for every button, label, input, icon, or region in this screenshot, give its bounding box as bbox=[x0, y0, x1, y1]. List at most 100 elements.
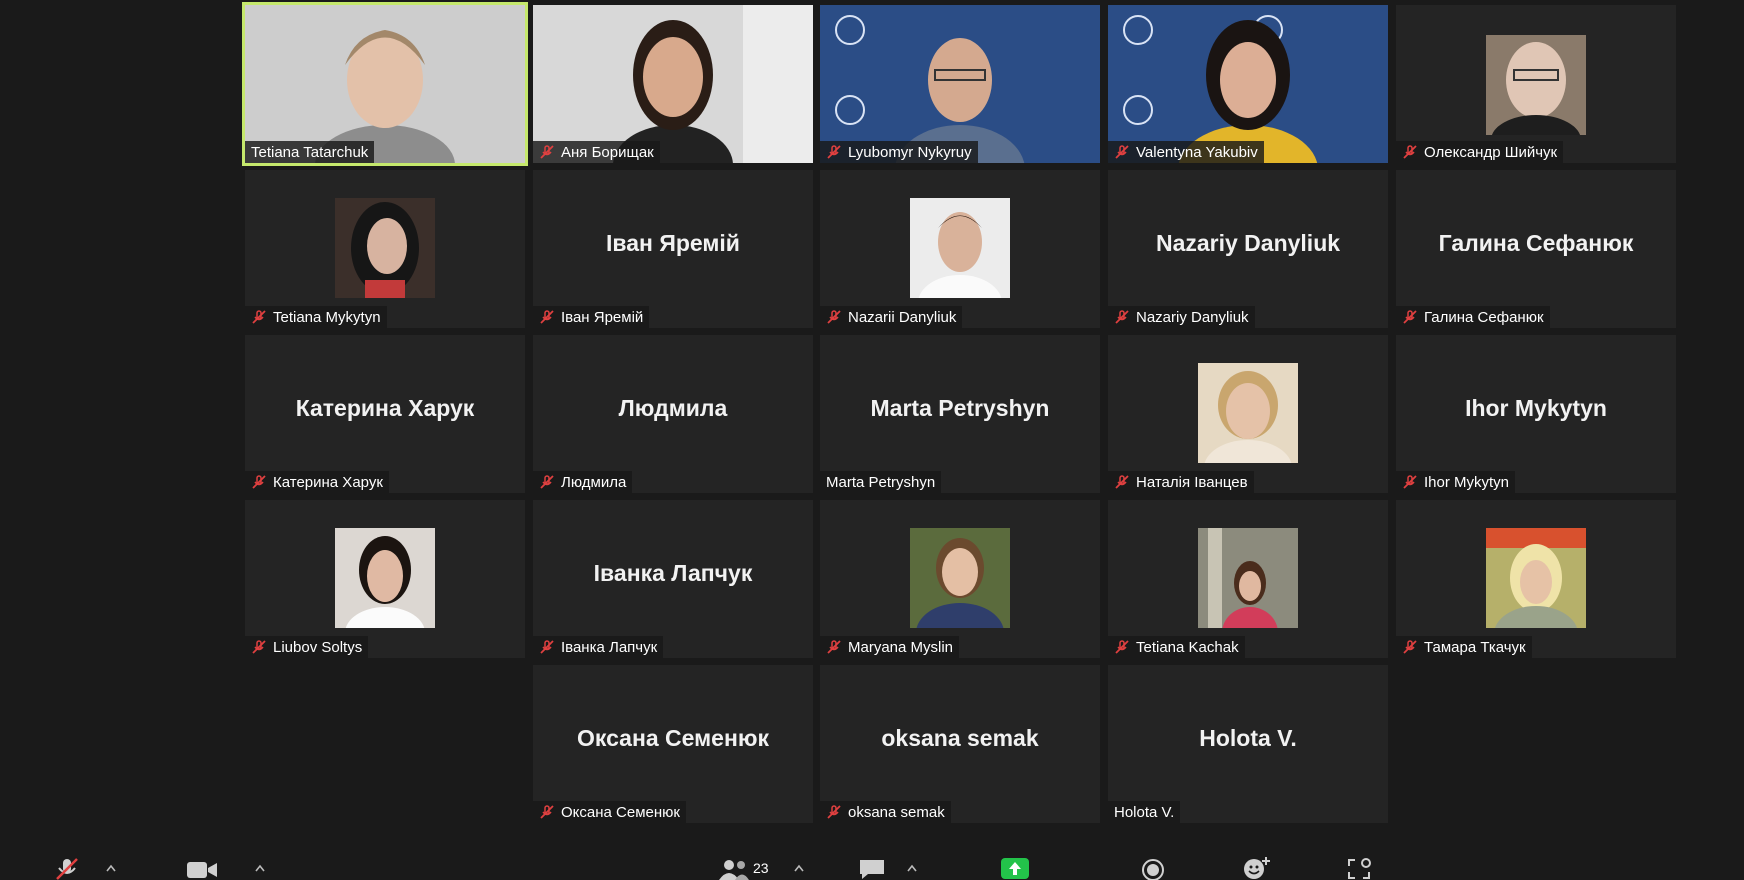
reactions-icon[interactable] bbox=[1243, 856, 1271, 880]
participant-tile[interactable]: Олександр Шийчук bbox=[1396, 5, 1676, 163]
participant-display-name: oksana semak bbox=[881, 725, 1039, 751]
participant-tile[interactable]: Tetiana Mykytyn bbox=[245, 170, 525, 328]
chevron-up-icon[interactable] bbox=[794, 864, 804, 872]
video-feed bbox=[1108, 5, 1388, 163]
participant-tile[interactable]: Nazarii Danyliuk bbox=[820, 170, 1100, 328]
mic-muted-icon bbox=[539, 144, 555, 160]
participant-name-tag: Тамара Ткачук bbox=[1396, 636, 1532, 658]
mic-muted-icon bbox=[826, 639, 842, 655]
participant-display-name: Оксана Семенюк bbox=[577, 725, 769, 751]
participant-display-name: Іван Яремій bbox=[606, 230, 740, 256]
participant-name: Tetiana Kachak bbox=[1136, 638, 1239, 656]
gallery-grid: Tetiana Tatarchuk Аня Борищак Lyubomyr N… bbox=[0, 0, 1744, 830]
record-icon[interactable] bbox=[1141, 858, 1165, 880]
participant-display-name: Галина Сефанюк bbox=[1438, 230, 1634, 256]
avatar bbox=[910, 198, 1010, 298]
participant-tile[interactable]: Liubov Soltys bbox=[245, 500, 525, 658]
chevron-up-icon[interactable] bbox=[255, 864, 265, 872]
avatar bbox=[1198, 363, 1298, 463]
participant-name: Maryana Myslin bbox=[848, 638, 954, 656]
participant-name: Людмила bbox=[561, 473, 627, 491]
participant-name-tag: Holota V. bbox=[1108, 801, 1181, 823]
participants-icon[interactable] bbox=[718, 858, 750, 880]
participant-name-tag: Аня Борищак bbox=[533, 141, 660, 163]
participant-display-name: Іванка Лапчук bbox=[593, 560, 753, 586]
mic-muted-icon bbox=[826, 309, 842, 325]
participant-name-tag: Іванка Лапчук bbox=[533, 636, 664, 658]
participant-name: Marta Petryshyn bbox=[826, 473, 936, 491]
participant-tile[interactable]: Наталія Іванцев bbox=[1108, 335, 1388, 493]
participant-tile[interactable]: Valentyna Yakubiv bbox=[1108, 5, 1388, 163]
participant-name: Valentyna Yakubiv bbox=[1136, 143, 1258, 161]
mic-muted-icon bbox=[1402, 144, 1418, 160]
participant-tile[interactable]: Holota V. Holota V. bbox=[1108, 665, 1388, 823]
mic-muted-icon bbox=[1114, 474, 1130, 490]
participant-display-name: Людмила bbox=[618, 395, 728, 421]
participant-tile[interactable]: Катерина Харук Катерина Харук bbox=[245, 335, 525, 493]
mic-muted-icon bbox=[1402, 474, 1418, 490]
participant-name-tag: Ihor Mykytyn bbox=[1396, 471, 1516, 493]
participant-tile[interactable]: Maryana Myslin bbox=[820, 500, 1100, 658]
participant-tile[interactable]: oksana semak oksana semak bbox=[820, 665, 1100, 823]
participant-name: Аня Борищак bbox=[561, 143, 654, 161]
participant-display-name: Nazariy Danyliuk bbox=[1155, 230, 1341, 256]
video-feed bbox=[245, 5, 525, 163]
participant-name-tag: Marta Petryshyn bbox=[820, 471, 942, 493]
share-screen-icon[interactable] bbox=[1001, 858, 1029, 879]
video-camera-icon[interactable] bbox=[186, 860, 218, 880]
participant-tile[interactable]: Іванка Лапчук Іванка Лапчук bbox=[533, 500, 813, 658]
mic-muted-icon bbox=[1114, 309, 1130, 325]
participant-count-badge: 23 bbox=[753, 860, 769, 876]
participant-name: Nazariy Danyliuk bbox=[1136, 308, 1249, 326]
participant-tile[interactable]: Тамара Ткачук bbox=[1396, 500, 1676, 658]
participant-tile[interactable]: Людмила Людмила bbox=[533, 335, 813, 493]
participant-name-tag: Maryana Myslin bbox=[820, 636, 960, 658]
participant-name-tag: Lyubomyr Nykyruy bbox=[820, 141, 978, 163]
participant-name-tag: Наталія Іванцев bbox=[1108, 471, 1254, 493]
participant-name-tag: Nazariy Danyliuk bbox=[1108, 306, 1255, 328]
avatar bbox=[1486, 35, 1586, 135]
participant-tile[interactable]: Галина Сефанюк Галина Сефанюк bbox=[1396, 170, 1676, 328]
participant-tile[interactable]: Аня Борищак bbox=[533, 5, 813, 163]
participant-tile[interactable]: Tetiana Tatarchuk bbox=[242, 2, 528, 166]
mic-muted-icon bbox=[1114, 639, 1130, 655]
participant-name: Наталія Іванцев bbox=[1136, 473, 1248, 491]
participant-tile[interactable]: Іван Яремій Іван Яремій bbox=[533, 170, 813, 328]
avatar bbox=[335, 528, 435, 628]
participant-name-tag: Tetiana Mykytyn bbox=[245, 306, 387, 328]
participant-display-name: Holota V. bbox=[1199, 725, 1297, 751]
participant-display-name: Катерина Харук bbox=[295, 395, 475, 421]
chat-icon[interactable] bbox=[858, 858, 886, 880]
participant-name: Tetiana Tatarchuk bbox=[251, 143, 369, 161]
mic-off-icon[interactable] bbox=[54, 858, 80, 880]
participant-tile[interactable]: Lyubomyr Nykyruy bbox=[820, 5, 1100, 163]
participant-name: oksana semak bbox=[848, 803, 945, 821]
apps-icon[interactable] bbox=[1347, 858, 1371, 880]
participant-name-tag: Nazarii Danyliuk bbox=[820, 306, 963, 328]
participant-name: Lyubomyr Nykyruy bbox=[848, 143, 972, 161]
participant-name: Оксана Семенюк bbox=[561, 803, 680, 821]
participant-name-tag: Катерина Харук bbox=[245, 471, 389, 493]
participant-tile[interactable]: Оксана Семенюк Оксана Семенюк bbox=[533, 665, 813, 823]
avatar bbox=[910, 528, 1010, 628]
participant-tile[interactable]: Nazariy Danyliuk Nazariy Danyliuk bbox=[1108, 170, 1388, 328]
chevron-up-icon[interactable] bbox=[907, 864, 917, 872]
participant-name: Nazarii Danyliuk bbox=[848, 308, 957, 326]
participant-tile[interactable]: Tetiana Kachak bbox=[1108, 500, 1388, 658]
participant-name-tag: Іван Яремій bbox=[533, 306, 650, 328]
participant-name-tag: Олександр Шийчук bbox=[1396, 141, 1564, 163]
mic-muted-icon bbox=[539, 804, 555, 820]
participant-name: Тамара Ткачук bbox=[1424, 638, 1526, 656]
participant-tile[interactable]: Ihor Mykytyn Ihor Mykytyn bbox=[1396, 335, 1676, 493]
mic-muted-icon bbox=[539, 474, 555, 490]
avatar bbox=[335, 198, 435, 298]
participant-name-tag: oksana semak bbox=[820, 801, 951, 823]
participant-name: Liubov Soltys bbox=[273, 638, 363, 656]
participant-name: Tetiana Mykytyn bbox=[273, 308, 381, 326]
participant-name: Іванка Лапчук bbox=[561, 638, 658, 656]
avatar bbox=[1486, 528, 1586, 628]
participant-name-tag: Галина Сефанюк bbox=[1396, 306, 1550, 328]
chevron-up-icon[interactable] bbox=[106, 864, 116, 872]
meeting-toolbar bbox=[0, 830, 1744, 880]
participant-tile[interactable]: Marta Petryshyn Marta Petryshyn bbox=[820, 335, 1100, 493]
